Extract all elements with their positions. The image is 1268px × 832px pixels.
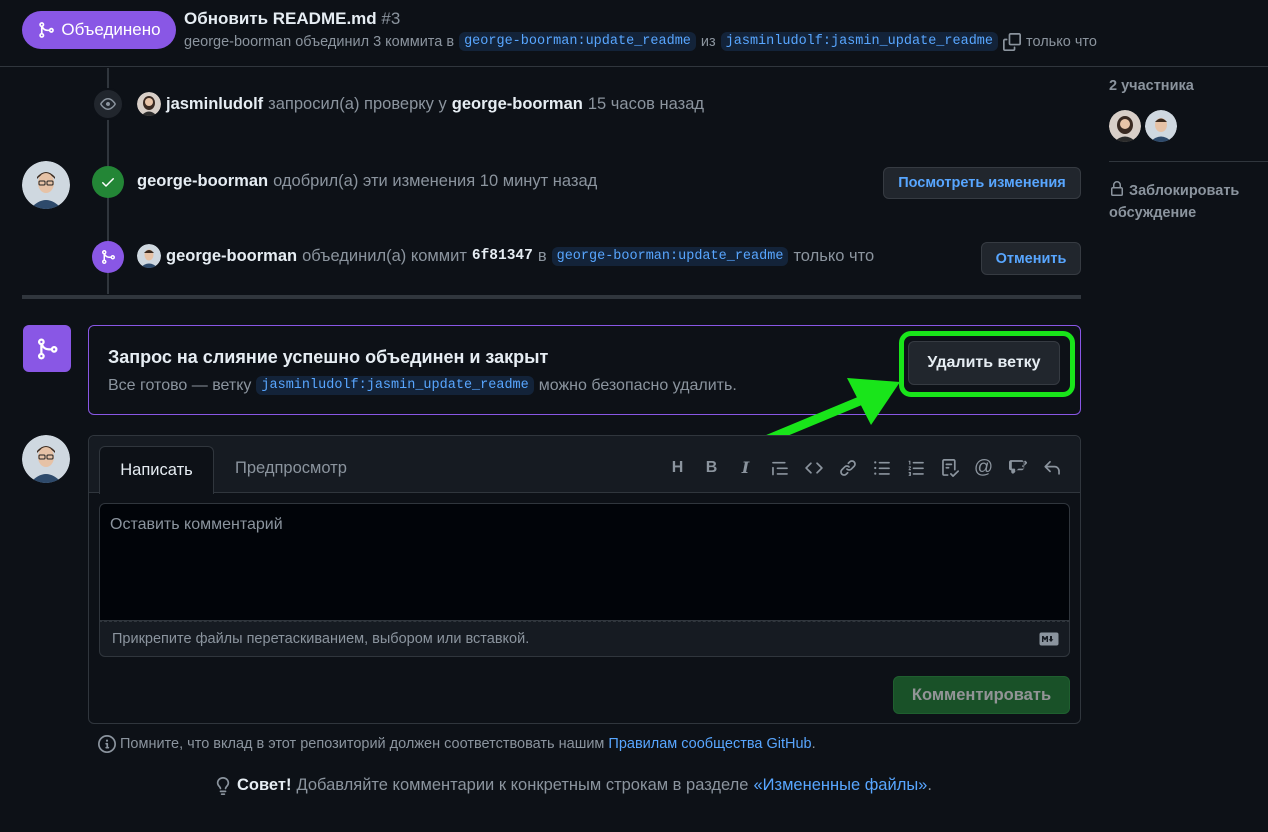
pr-sub-from: из — [700, 33, 716, 50]
contribution-note-text: Помните, что вклад в этот репозиторий до… — [120, 736, 605, 752]
attach-hint: Прикрепите файлы перетаскиванием, выборо… — [112, 631, 530, 647]
merge-event-user[interactable]: george-boorman — [166, 247, 297, 266]
markdown-toolbar: H B I @ — [667, 457, 1062, 478]
approval-event: george-boorman одобрил(а) эти изменения … — [137, 172, 597, 191]
info-icon — [98, 735, 116, 753]
code-icon[interactable] — [803, 457, 824, 478]
pr-number: #3 — [381, 9, 401, 28]
quote-icon[interactable] — [769, 457, 790, 478]
commit-sha[interactable]: 6f81347 — [472, 248, 533, 264]
avatar[interactable] — [22, 435, 70, 483]
avatar[interactable] — [137, 244, 161, 268]
lock-conversation-label: Заблокировать обсуждение — [1109, 183, 1240, 221]
merged-status-label: Объединено — [61, 20, 161, 39]
pro-tip: Совет! Добавляйте комментарии к конкретн… — [214, 776, 932, 795]
review-request-user[interactable]: jasminludolf — [166, 95, 263, 114]
markdown-icon[interactable] — [1039, 632, 1059, 646]
undo-icon[interactable] — [1041, 457, 1062, 478]
comment-composer: Написать Предпросмотр H B I @ Оставить к… — [88, 435, 1081, 724]
tab-preview[interactable]: Предпросмотр — [235, 459, 347, 478]
pr-sub-time: только что — [1026, 33, 1097, 50]
participants-title: 2 участника — [1109, 78, 1194, 94]
merge-event-branch[interactable]: george-boorman:update_readme — [551, 246, 789, 266]
merged-status-badge: Объединено — [22, 11, 176, 49]
merge-event-in: в — [537, 246, 547, 265]
pr-title: Обновить README.md #3 — [184, 9, 400, 29]
avatar[interactable] — [1145, 110, 1177, 142]
delete-branch-button[interactable]: Удалить ветку — [908, 341, 1060, 385]
cross-reference-icon[interactable] — [1007, 457, 1028, 478]
heading-icon[interactable]: H — [667, 457, 688, 478]
view-changes-button[interactable]: Посмотреть изменения — [883, 167, 1081, 199]
review-request-event: jasminludolf запросил(а) проверку у geor… — [137, 92, 704, 116]
contribution-note: Помните, что вклад в этот репозиторий до… — [98, 735, 816, 753]
avatar[interactable] — [22, 161, 70, 209]
tab-write[interactable]: Написать — [99, 446, 214, 494]
check-icon — [92, 166, 124, 198]
merge-sub-prefix: Все готово — ветку — [108, 376, 252, 394]
eye-icon — [92, 88, 124, 120]
revert-button[interactable]: Отменить — [981, 242, 1081, 275]
approval-action: одобрил(а) эти изменения 10 минут назад — [273, 172, 598, 190]
link-icon[interactable] — [837, 457, 858, 478]
lock-conversation-link[interactable]: Заблокировать обсуждение — [1109, 180, 1259, 224]
sidebar-divider — [1109, 161, 1268, 162]
numbered-list-icon[interactable] — [905, 457, 926, 478]
pr-title-text: Обновить README.md — [184, 9, 377, 28]
tip-suffix: . — [927, 776, 932, 794]
merge-icon — [92, 241, 124, 273]
merge-icon — [23, 325, 71, 372]
tip-text: Добавляйте комментарии к конкретным стро… — [296, 776, 749, 794]
sidebar: 2 участника Заблокировать обсуждение — [1109, 67, 1268, 467]
contribution-note-suffix: . — [811, 736, 816, 752]
participants-list — [1109, 110, 1177, 142]
bulleted-list-icon[interactable] — [871, 457, 892, 478]
comment-textarea[interactable]: Оставить комментарий — [99, 503, 1070, 621]
mention-icon[interactable]: @ — [973, 457, 994, 478]
lock-icon — [1111, 181, 1123, 196]
comment-submit-button[interactable]: Комментировать — [893, 676, 1070, 714]
merge-status-subtitle: Все готово — ветку jasminludolf:jasmin_u… — [108, 376, 737, 395]
delete-branch-chip[interactable]: jasminludolf:jasmin_update_readme — [256, 376, 534, 395]
files-changed-link[interactable]: «Измененные файлы» — [753, 776, 927, 795]
merge-icon — [39, 22, 55, 38]
merge-sub-suffix: можно безопасно удалить. — [538, 376, 737, 394]
italic-icon[interactable]: I — [735, 457, 756, 478]
merge-event-action: объединил(а) коммит — [302, 246, 467, 265]
pr-subtitle: george-boorman объединил 3 коммита в geo… — [184, 32, 1097, 51]
pr-sub-prefix: george-boorman объединил 3 коммита в — [184, 33, 455, 50]
file-attach-bar[interactable]: Прикрепите файлы перетаскиванием, выборо… — [99, 621, 1070, 657]
timeline-divider — [22, 295, 1081, 299]
pr-header: Объединено Обновить README.md #3 george-… — [0, 0, 1268, 67]
review-request-action: запросил(а) проверку у — [268, 94, 447, 113]
merge-status-title: Запрос на слияние успешно объединен и за… — [108, 347, 549, 367]
review-request-reviewer[interactable]: george-boorman — [452, 95, 583, 114]
task-list-icon[interactable] — [939, 457, 960, 478]
approval-user[interactable]: george-boorman — [137, 172, 268, 191]
bold-icon[interactable]: B — [701, 457, 722, 478]
avatar[interactable] — [137, 92, 161, 116]
review-request-time[interactable]: 15 часов назад — [588, 95, 704, 114]
head-branch-chip[interactable]: george-boorman:update_readme — [459, 32, 696, 51]
base-branch-chip[interactable]: jasminludolf:jasmin_update_readme — [720, 32, 998, 51]
light-bulb-icon — [216, 776, 230, 795]
tip-label: Совет! — [237, 776, 292, 794]
copy-icon[interactable] — [1003, 32, 1021, 51]
merge-event: george-boorman объединил(а) коммит 6f813… — [137, 244, 874, 268]
comment-tab-bar: Написать Предпросмотр H B I @ — [89, 436, 1080, 494]
community-guidelines-link[interactable]: Правилам сообщества GitHub — [608, 736, 811, 752]
merge-event-time[interactable]: только что — [793, 247, 874, 266]
avatar[interactable] — [1109, 110, 1141, 142]
